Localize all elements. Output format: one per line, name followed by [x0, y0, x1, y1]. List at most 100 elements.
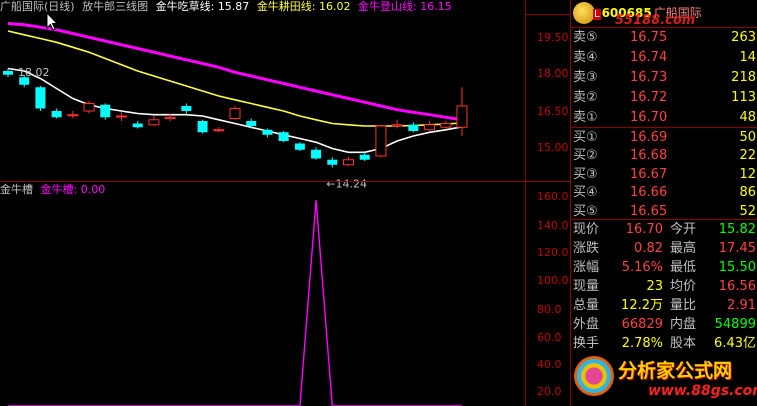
candle-body-up — [391, 124, 403, 127]
stat-value: 16.70 — [625, 222, 663, 237]
stat-value: 54899 — [714, 317, 756, 332]
stat-label: 换手 — [573, 336, 600, 351]
candle-body-up — [440, 123, 452, 128]
sell-level-label: 卖④ — [573, 50, 598, 65]
sell-level-row[interactable]: 卖② 16.72 113 — [573, 88, 757, 108]
stat-label: 涨幅 — [573, 260, 600, 275]
stat-value: 17.45 — [718, 241, 756, 256]
sell-level-volume: 113 — [731, 90, 756, 105]
quote-stat-row: 外盘 66829 内盘 54899 — [573, 315, 757, 334]
sell-level-volume: 48 — [739, 110, 756, 125]
candle-body-down — [294, 143, 305, 150]
candle-body-down — [262, 129, 273, 135]
stat-label: 内盘 — [670, 317, 697, 332]
candle-body-up — [67, 114, 79, 117]
stat-label: 量比 — [670, 298, 697, 313]
sell-level-price: 16.70 — [630, 110, 668, 125]
line2-label: 金牛耕田线: — [256, 0, 316, 13]
stat-value: 15.50 — [718, 260, 756, 275]
candle-body-down — [311, 149, 322, 159]
indicator-name: 放牛郎三线图 — [82, 0, 149, 13]
buy-level-row[interactable]: 买① 16.69 50 — [573, 128, 757, 148]
low-price-marker: ←14.24 — [326, 178, 367, 191]
watermark-url: www.88gs.com — [648, 383, 757, 399]
sell-level-row[interactable]: 卖③ 16.73 218 — [573, 68, 757, 88]
sell-level-price: 16.75 — [630, 30, 668, 45]
indicator-line — [8, 200, 462, 406]
sell-level-label: 卖③ — [573, 70, 598, 85]
buy-level-volume: 50 — [739, 130, 756, 145]
buy-level-price: 16.68 — [630, 148, 668, 164]
buy-level-price: 16.66 — [630, 185, 668, 201]
candle-body-down — [181, 106, 192, 111]
buy-level-row[interactable]: 买④ 16.66 86 — [573, 183, 757, 203]
candle-body-down — [35, 87, 46, 109]
stat-label: 现价 — [573, 222, 600, 237]
watermark-title: 分析家公式网 — [618, 360, 733, 382]
stat-value: 66829 — [621, 317, 663, 332]
buy-level-volume: 86 — [739, 185, 756, 201]
stat-value: 15.82 — [718, 222, 756, 237]
candle-body-down — [100, 104, 111, 118]
candle-body-up — [456, 105, 468, 128]
main-chart-title: 广船国际(日线) 放牛郎三线图 金牛吃草线: 15.87 金牛耕田线: 16.0… — [0, 0, 456, 14]
buy-level-volume: 12 — [739, 166, 756, 182]
candle-body-up — [148, 119, 160, 126]
buy-level-volume: 22 — [739, 148, 756, 164]
buy-level-label: 买② — [573, 148, 598, 164]
watermark-logo-icon — [574, 356, 614, 396]
stat-label: 股本 — [670, 336, 697, 351]
candle-body-up — [213, 129, 225, 132]
stat-label: 现量 — [573, 279, 600, 294]
top-watermark: 55188.com — [615, 13, 696, 28]
candle-body-down — [278, 132, 289, 141]
candle-body-down — [51, 111, 62, 118]
candle-body-up — [229, 108, 241, 119]
main-panel-divider — [0, 181, 570, 182]
buy-level-label: 买④ — [573, 185, 598, 201]
level-badge: L — [593, 9, 601, 20]
kline-chart[interactable]: 18.02 ←14.24 — [0, 0, 570, 406]
candle-body-down — [359, 154, 370, 160]
sell-level-row[interactable]: 卖① 16.70 48 — [573, 108, 757, 128]
stat-value: 12.2万 — [621, 298, 663, 313]
sell-level-label: 卖⑤ — [573, 30, 598, 45]
buy-level-row[interactable]: 买③ 16.67 12 — [573, 165, 757, 185]
quote-header: L 600685 广船国际 55188.com — [571, 0, 757, 28]
indicator-series-value: 0.00 — [80, 183, 106, 196]
candle-body-down — [132, 123, 143, 128]
buy-level-label: 买③ — [573, 166, 598, 182]
high-price-marker: 18.02 — [18, 66, 50, 79]
line3-label: 金牛登山线: — [358, 0, 417, 13]
buy-level-row[interactable]: 买② 16.68 22 — [573, 146, 757, 166]
right-axis-divider — [525, 0, 526, 406]
stat-label: 均价 — [670, 279, 697, 294]
candle-body-up — [83, 103, 95, 112]
candle-body-up — [343, 159, 354, 166]
buy-level-price: 16.67 — [630, 166, 668, 182]
line1-label: 金牛吃草线: — [155, 0, 215, 13]
stat-value: 23 — [646, 279, 663, 294]
candle-body-down — [3, 71, 13, 75]
sell-level-row[interactable]: 卖⑤ 16.75 263 — [573, 28, 757, 48]
candle-body-up — [116, 115, 127, 118]
sell-level-row[interactable]: 卖④ 16.74 14 — [573, 48, 757, 68]
stat-value: 6.43亿 — [714, 336, 756, 351]
stock-title: 广船国际(日线) — [0, 0, 75, 13]
quote-stat-row: 总量 12.2万 量比 2.91 — [573, 296, 757, 315]
buy-level-price: 16.69 — [630, 130, 668, 145]
site-logo-icon — [573, 2, 595, 24]
stat-value: 0.82 — [634, 241, 663, 256]
stat-value: 2.78% — [621, 336, 663, 351]
quote-stat-row: 涨幅 5.16% 最低 15.50 — [573, 258, 757, 277]
quote-stat-row: 现量 23 均价 16.56 — [573, 277, 757, 296]
sell-level-volume: 218 — [731, 70, 756, 85]
stat-label: 最低 — [670, 260, 697, 275]
stat-value: 16.56 — [718, 279, 756, 294]
sell-level-price: 16.72 — [630, 90, 668, 105]
stat-label: 最高 — [670, 241, 697, 256]
quote-panel: L 600685 广船国际 55188.com 卖⑤ 16.75 263 卖④ 16.74 1… — [570, 0, 757, 406]
line2-value: 16.02 — [319, 0, 351, 13]
indicator-series-label: 金牛槽: — [40, 183, 78, 196]
buy-level-label: 买① — [573, 130, 598, 145]
